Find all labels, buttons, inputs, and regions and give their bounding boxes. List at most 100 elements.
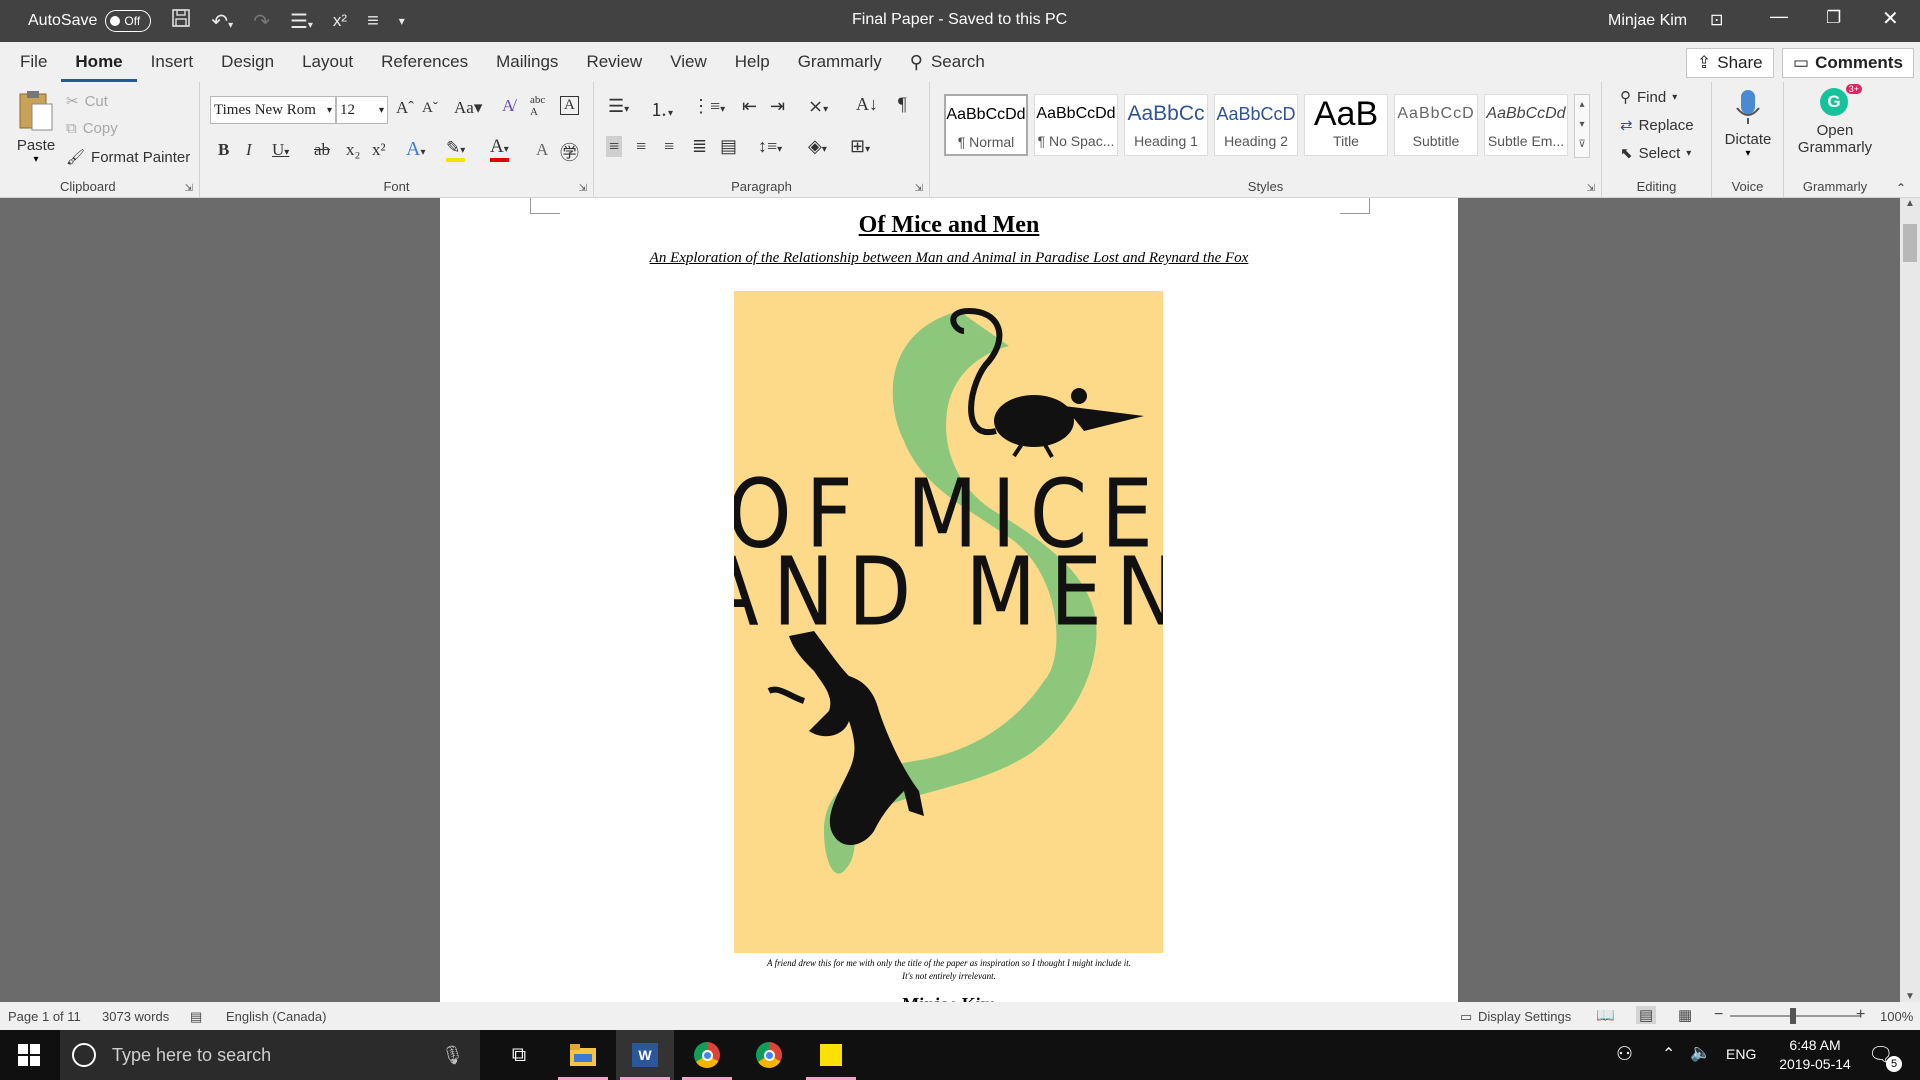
print-layout-icon[interactable]: ▤ <box>1636 1006 1657 1024</box>
comments-button[interactable]: ▭ Comments <box>1782 48 1914 78</box>
word-count[interactable]: 3073 words <box>102 1009 169 1024</box>
align-left-icon[interactable]: ≡ <box>606 136 623 157</box>
save-icon[interactable] <box>171 8 191 34</box>
sort-icon[interactable]: A↓ <box>856 94 878 115</box>
chrome-profile-icon[interactable] <box>678 1030 736 1080</box>
tab-design[interactable]: Design <box>207 42 288 82</box>
style-no-spacing[interactable]: AaBbCcDd ¶ No Spac... <box>1034 94 1118 156</box>
align-center-icon[interactable]: ≡ <box>636 136 646 157</box>
style-subtitle[interactable]: AaBbCcD Subtitle <box>1394 94 1478 156</box>
file-explorer-icon[interactable] <box>554 1030 612 1080</box>
open-grammarly-button[interactable]: G 3+ Open Grammarly <box>1790 84 1880 156</box>
change-case-icon[interactable]: Aa▾ <box>454 98 482 118</box>
borders-icon[interactable]: ⊞▾ <box>850 136 870 157</box>
volume-icon[interactable]: 🔈 <box>1690 1043 1711 1063</box>
document-page[interactable]: Of Mice and Men An Exploration of the Re… <box>440 198 1458 1002</box>
font-dialog-launcher-icon[interactable]: ⇲ <box>579 183 587 194</box>
grow-font-icon[interactable]: Aˆ <box>396 98 414 118</box>
vertical-scrollbar[interactable]: ▲ ▼ <box>1900 198 1920 1002</box>
find-button[interactable]: ⚲ Find ▾ <box>1620 88 1677 107</box>
tab-help[interactable]: Help <box>721 42 784 82</box>
scroll-up-icon[interactable]: ▲ <box>1900 198 1920 209</box>
chrome-icon[interactable] <box>740 1030 798 1080</box>
scroll-down-icon[interactable]: ▼ <box>1900 991 1920 1002</box>
character-border-icon[interactable]: A <box>560 96 579 115</box>
bullets-icon[interactable]: ☰▾ <box>608 96 629 117</box>
character-shading-icon[interactable]: A <box>536 140 548 160</box>
shading-icon[interactable]: ◈▾ <box>808 136 827 157</box>
zoom-level[interactable]: 100% <box>1880 1009 1913 1024</box>
shrink-font-icon[interactable]: Aˇ <box>422 100 438 117</box>
subscript-icon[interactable]: x₂ <box>346 140 360 160</box>
tab-home[interactable]: Home <box>61 42 137 82</box>
display-settings[interactable]: Display Settings <box>1478 1009 1571 1024</box>
multilevel-list-icon[interactable]: ⋮≡▾ <box>692 96 725 117</box>
justify-icon[interactable]: ≣ <box>692 136 707 157</box>
clock[interactable]: 6:48 AM 2019-05-14 <box>1770 1036 1860 1074</box>
tab-grammarly[interactable]: Grammarly <box>784 42 896 82</box>
share-button[interactable]: ⇪ Share <box>1686 48 1774 78</box>
italic-icon[interactable]: I <box>246 140 252 160</box>
style-subtle-emphasis[interactable]: AaBbCcDd Subtle Em... <box>1484 94 1568 156</box>
underline-icon[interactable]: U▾ <box>272 140 289 160</box>
text-effects-icon[interactable]: A▾ <box>406 138 425 161</box>
align-icon[interactable]: ≡ <box>367 10 379 33</box>
user-name[interactable]: Minjae Kim <box>1608 12 1687 30</box>
show-hidden-icons[interactable]: ⌃ <box>1662 1044 1675 1064</box>
tab-view[interactable]: View <box>656 42 721 82</box>
superscript-icon[interactable]: x² <box>333 11 347 31</box>
zoom-thumb[interactable] <box>1790 1008 1796 1024</box>
decrease-indent-icon[interactable]: ⇤ <box>742 96 757 117</box>
styles-dialog-launcher-icon[interactable]: ⇲ <box>1587 183 1595 194</box>
paragraph-dialog-launcher-icon[interactable]: ⇲ <box>915 183 923 194</box>
language[interactable]: English (Canada) <box>226 1009 326 1024</box>
font-color-icon[interactable]: A▾ <box>490 136 509 162</box>
web-layout-icon[interactable]: ▦ <box>1678 1006 1692 1024</box>
highlight-icon[interactable]: ✎▾ <box>446 138 466 162</box>
input-language[interactable]: ENG <box>1726 1046 1756 1062</box>
show-formatting-icon[interactable]: ¶ <box>898 94 907 116</box>
align-right-icon[interactable]: ≡ <box>664 136 674 157</box>
bold-icon[interactable]: B <box>218 140 229 160</box>
zoom-slider[interactable] <box>1730 1008 1860 1024</box>
tab-mailings[interactable]: Mailings <box>482 42 572 82</box>
tab-layout[interactable]: Layout <box>288 42 367 82</box>
copy-button[interactable]: ⧉ Copy <box>66 120 118 137</box>
superscript-icon-font[interactable]: x² <box>372 140 386 160</box>
read-mode-icon[interactable]: 📖 <box>1596 1006 1615 1024</box>
numbering-icon[interactable]: ⒈▾ <box>650 96 673 122</box>
word-app-icon[interactable]: W <box>616 1030 674 1080</box>
collapse-ribbon-icon[interactable]: ⌃ <box>1896 181 1906 195</box>
clear-formatting-icon[interactable]: A̸ <box>502 96 514 116</box>
taskbar-search[interactable]: Type here to search 🎙 <box>60 1030 480 1080</box>
format-painter-button[interactable]: 🖌 Format Painter <box>66 148 190 167</box>
sticky-notes-icon[interactable] <box>802 1030 860 1080</box>
zoom-in-icon[interactable]: + <box>1856 1006 1865 1024</box>
cover-illustration[interactable]: OF MICE AND MEN <box>734 291 1163 953</box>
tab-insert[interactable]: Insert <box>137 42 208 82</box>
task-view-icon[interactable]: ⧉ <box>490 1030 548 1080</box>
asian-layout-icon[interactable]: ⨯▾ <box>808 96 828 117</box>
phonetic-guide-icon[interactable]: abc A <box>530 94 545 118</box>
dialog-launcher-icon[interactable]: ⇲ <box>185 183 193 194</box>
style-heading-1[interactable]: AaBbCc Heading 1 <box>1124 94 1208 156</box>
minimize-icon[interactable]: — <box>1770 6 1788 27</box>
close-icon[interactable]: ✕ <box>1882 6 1899 31</box>
style-heading-2[interactable]: AaBbCcD Heading 2 <box>1214 94 1298 156</box>
cut-button[interactable]: ✂ Cut <box>66 92 108 111</box>
microphone-taskbar-icon[interactable]: 🎙 <box>441 1045 464 1066</box>
replace-button[interactable]: ⇄ Replace <box>1620 116 1694 135</box>
action-center-icon[interactable]: 🗨 5 <box>1868 1042 1902 1072</box>
tab-file[interactable]: File <box>0 42 61 82</box>
scroll-thumb[interactable] <box>1903 224 1917 262</box>
distributed-icon[interactable]: ▤ <box>720 136 737 157</box>
zoom-out-icon[interactable]: − <box>1714 1006 1723 1024</box>
people-icon[interactable]: ⚇ <box>1616 1043 1633 1066</box>
ribbon-display-icon[interactable]: ⊡ <box>1710 10 1723 30</box>
dictate-button[interactable]: Dictate ▾ <box>1718 88 1778 159</box>
undo-icon[interactable]: ↶▾ <box>211 9 233 34</box>
restore-icon[interactable]: ❐ <box>1826 8 1841 28</box>
select-button[interactable]: ⬉ Select ▾ <box>1620 144 1691 163</box>
paste-button[interactable]: Paste ▾ <box>14 88 58 165</box>
line-spacing-ribbon-icon[interactable]: ↕≡▾ <box>758 136 782 157</box>
